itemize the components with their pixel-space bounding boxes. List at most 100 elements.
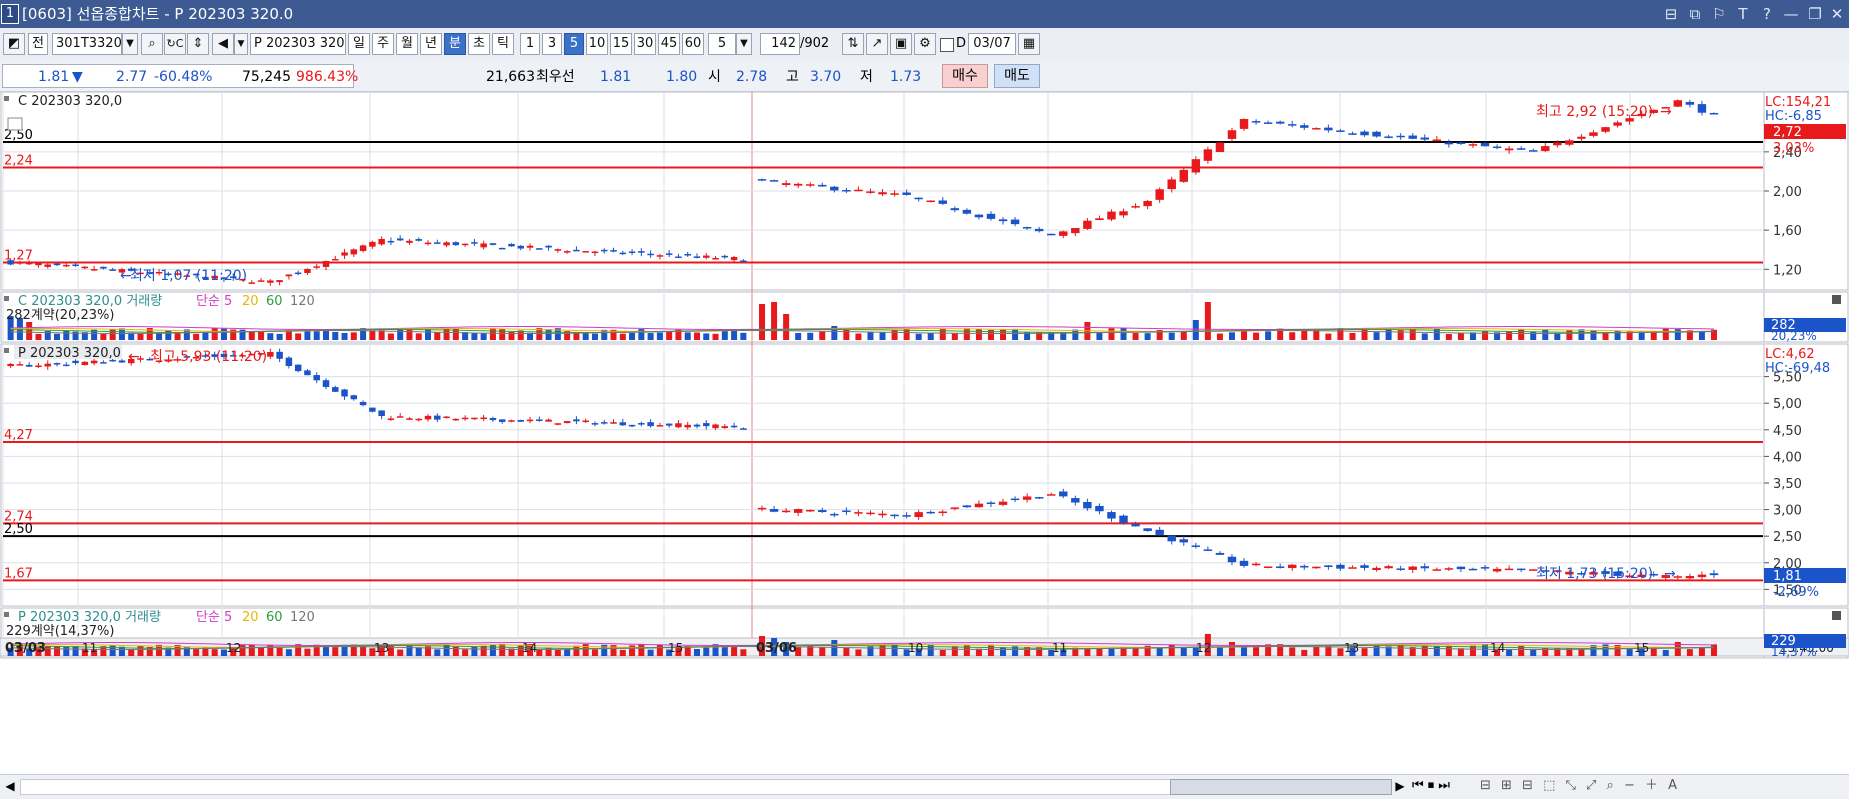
candle-body [25,364,33,367]
x-axis-tick-label: 03/06 [756,641,797,656]
put-volume-bar [638,644,645,656]
chart-area[interactable]: 03/03111213141503/0610111213141515:45:00… [0,91,1849,780]
call-volume-bar [489,328,496,340]
font-icon[interactable]: T [1732,3,1754,25]
search-icon[interactable]: ⌕ [141,33,163,55]
candle-body [406,418,413,420]
candle-body [267,351,274,357]
call-volume-bar [740,332,747,340]
x-axis-tick-label: 12 [226,641,241,655]
candle-body [53,363,61,365]
call-volume-bar [1012,328,1019,340]
date-input[interactable]: 03/07 [968,33,1016,55]
scroll-bar[interactable]: ◀ ▶ ⏮⏹⏭ ⊟ ⊞ ⊟ ⬚ ⤡ ⤢ ⌕ − ＋ A [0,774,1849,799]
zoom-tools-icon[interactable]: ⊟ ⊞ ⊟ ⬚ ⤡ ⤢ ⌕ − ＋ A [1480,778,1680,794]
candle-body [757,507,767,510]
period-day-button[interactable]: 일 [348,33,370,55]
interval-dropdown-icon[interactable]: ▼ [736,33,752,55]
buy-button[interactable]: 매수 [942,64,988,88]
candle-body [1396,568,1405,570]
interval-5-button[interactable]: 5 [564,33,584,55]
call-volume-bar [1506,331,1513,340]
call-volume-bar [1662,328,1669,340]
call-volume-bar [951,333,958,340]
indicator-icon[interactable]: ⇅ [842,33,864,55]
interval-select[interactable]: 5 [708,33,736,55]
candle-body [998,501,1008,505]
window-number-badge: 1 [1,4,19,24]
candle-body [1541,146,1550,152]
sound-icon[interactable]: ◀ [212,33,234,55]
candle-body [1191,159,1201,173]
interval-30-button[interactable]: 30 [634,33,656,55]
save-icon[interactable]: ▣ [890,33,912,55]
candle-body [1167,179,1176,190]
put-volume-bar [879,644,886,656]
call-volume-bar [1168,332,1175,340]
candle-body [1565,140,1574,145]
prev-button[interactable]: 전 [28,33,48,55]
call-volume-bar [1144,333,1151,340]
instrument-input[interactable]: P 202303 320 [250,33,346,55]
layout-icon[interactable]: ⊟ [1660,3,1682,25]
call-volume-bar [1421,333,1428,340]
maximize-icon[interactable]: ❐ [1804,3,1826,25]
period-month-button[interactable]: 월 [396,33,418,55]
code-input[interactable]: 301T3320 [52,33,122,55]
call-volume-legend-marker [4,296,9,301]
period-year-button[interactable]: 년 [420,33,442,55]
sell-button[interactable]: 매도 [994,64,1040,88]
x-axis-tick-label: 13 [374,641,389,655]
put-volume-bar [258,647,265,656]
call-volume-bar [771,302,778,340]
interval-3-button[interactable]: 3 [542,33,562,55]
candle-body [7,363,14,367]
d-checkbox[interactable] [940,38,954,52]
help-icon[interactable]: ? [1756,3,1778,25]
chart-svg[interactable]: 03/03111213141503/0610111213141515:45:00… [0,91,1849,780]
period-week-button[interactable]: 주 [372,33,394,55]
call-volume-bar [1180,331,1187,340]
chart-settings-icon[interactable]: ◩ [3,33,25,55]
interval-1-button[interactable]: 1 [520,33,540,55]
put-volume-bar [1216,646,1223,656]
count-input[interactable]: 142 [760,33,800,55]
scroll-left-icon[interactable]: ◀ [2,778,18,794]
scroll-thumb[interactable] [1170,779,1392,795]
link-window-icon[interactable]: ⧉ [1684,3,1706,25]
x-axis-tick-label: 13 [1344,641,1359,655]
sound-dropdown-icon[interactable]: ▼ [234,33,248,55]
scroll-right-icon[interactable]: ▶ [1392,778,1408,794]
calendar-icon[interactable]: ▦ [1018,33,1040,55]
close-icon[interactable]: ✕ [1826,3,1848,25]
minimize-icon[interactable]: — [1780,3,1802,25]
interval-15-button[interactable]: 15 [610,33,632,55]
interval-60-button[interactable]: 60 [682,33,704,55]
period-second-button[interactable]: 초 [468,33,490,55]
call-last-value: 2,72 [1773,125,1802,140]
playback-controls-icon[interactable]: ⏮⏹⏭ [1412,778,1454,794]
candle-body [1203,149,1213,161]
call-volume-bar [731,330,738,340]
call-volume-bar [927,332,934,340]
x-axis-tick-label: 15 [1634,641,1649,655]
refresh-icon[interactable]: ↻C [164,33,186,55]
interval-45-button[interactable]: 45 [658,33,680,55]
spin-icon[interactable]: ⇕ [187,33,209,55]
put-volume-bar [582,644,589,656]
code-dropdown-icon[interactable]: ▼ [122,33,138,55]
interval-10-button[interactable]: 10 [586,33,608,55]
gear-icon[interactable]: ⚙ [914,33,936,55]
put-volume-bar [951,646,958,656]
call-volume-bar [276,333,283,340]
put-volume-bar [703,647,710,656]
put-volume-bar [109,645,116,656]
pin-icon[interactable]: ⚐ [1708,3,1730,25]
candle-body [1227,556,1237,563]
candle-body [1010,219,1020,225]
period-tick-button[interactable]: 틱 [492,33,514,55]
draw-tool-icon[interactable]: ↗ [866,33,888,55]
period-minute-button[interactable]: 분 [444,33,466,55]
call-volume-bar [703,333,710,340]
put-volume-bar [831,640,838,656]
